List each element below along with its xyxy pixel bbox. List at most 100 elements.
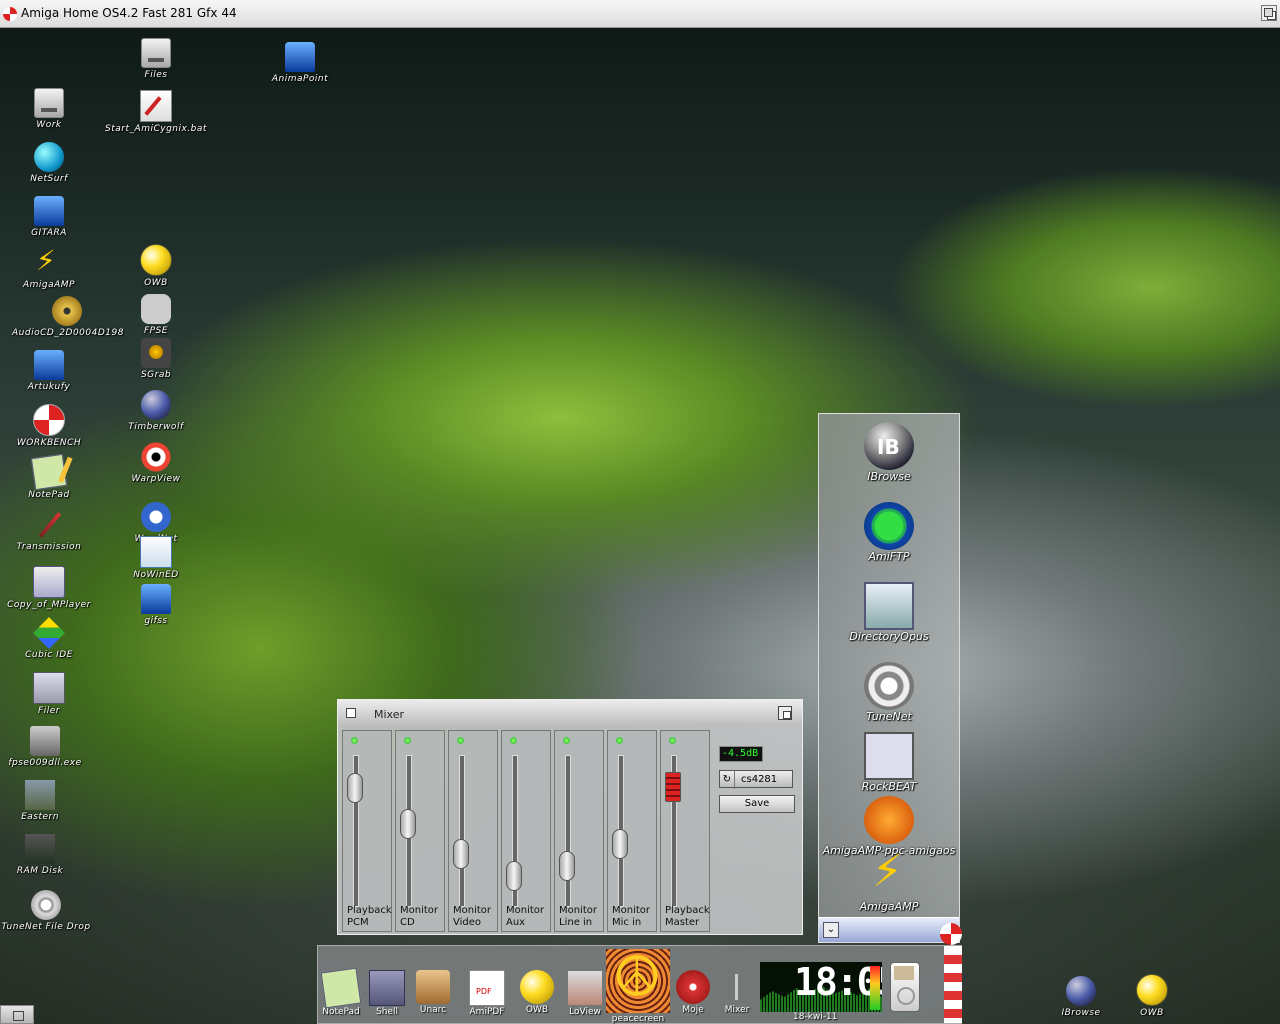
channel-led <box>510 737 517 744</box>
volume-slider-knob[interactable] <box>612 829 628 860</box>
taskbar-dock: 18:05 18-kwi-11 NotePad Shell Unarc AmiPDF O… <box>317 945 962 1024</box>
screen-depth-button[interactable] <box>0 1005 34 1024</box>
close-button[interactable] <box>346 708 356 718</box>
desktop-icon[interactable]: Work <box>0 88 104 130</box>
desktop-icon[interactable]: Cubic IDE <box>0 617 104 660</box>
channel-name-line1: Playback <box>665 905 710 916</box>
document-icon <box>140 536 172 568</box>
desktop-icon[interactable]: AmigaAMP <box>0 244 104 290</box>
ipod-icon[interactable] <box>890 962 920 1012</box>
device-cycle-button[interactable]: ↻ cs4281 <box>719 770 793 789</box>
desktop-icon[interactable]: Eastern <box>0 780 95 822</box>
desktop-icon[interactable]: GITARA <box>0 196 104 238</box>
desktop-icon[interactable]: Copy_of_MPlayer <box>0 566 104 610</box>
volume-slider-knob[interactable] <box>453 839 469 869</box>
desktop-icon[interactable]: fpse009dll.exe <box>0 726 100 768</box>
dock-item[interactable]: TuneNet <box>819 662 959 723</box>
peace-icon <box>606 945 670 1013</box>
taskbar-item[interactable]: AmiPDF <box>464 970 510 1017</box>
amiga-boing-icon <box>3 7 17 21</box>
desktop-icon[interactable]: Transmission <box>0 510 104 552</box>
boing-ball-icon[interactable] <box>940 923 962 945</box>
desktop-icon-label: SGrab <box>140 370 172 380</box>
taskbar-item-label: Moje <box>682 1005 704 1015</box>
drawer-icon <box>34 350 64 380</box>
depth-gadget-button[interactable] <box>778 706 792 720</box>
script-icon <box>140 90 172 122</box>
save-button[interactable]: Save <box>719 795 795 813</box>
taskbar-item-label: AmiPDF <box>469 1007 505 1017</box>
channel-led <box>616 737 623 744</box>
clock-time: 18:05 <box>794 962 882 1004</box>
dock-item-label: IBrowse <box>867 470 911 483</box>
desktop-icon[interactable]: Filer <box>0 672 104 716</box>
channel-name-line1: Monitor <box>400 905 439 916</box>
desktop-icon[interactable]: gifss <box>101 584 211 626</box>
channel-name-line1: Monitor <box>612 905 651 916</box>
desktop-icon-label: OWB <box>144 278 168 288</box>
dock-item[interactable]: AmiFTP <box>819 502 959 563</box>
taskbar-item[interactable]: Moje <box>670 970 716 1015</box>
desktop-icon-label: AnimaPoint <box>271 74 329 84</box>
mixer-window: Mixer -4.5dB ↻ cs4281 Save Playback PCM Mon… <box>337 699 803 935</box>
taskbar-item[interactable]: OWB <box>514 970 560 1015</box>
taskbar-item[interactable]: Mixer <box>714 970 760 1015</box>
volume-slider-knob[interactable] <box>506 860 522 891</box>
taskbar-item[interactable]: Shell <box>364 970 410 1017</box>
desktop-icon[interactable]: SGrab <box>101 338 211 380</box>
dock-item[interactable]: DirectoryOpus <box>819 582 959 643</box>
desktop-icon[interactable]: RAM Disk <box>0 834 95 876</box>
desktop-icon-label: Cubic IDE <box>25 650 73 660</box>
volume-slider-knob[interactable] <box>400 809 416 839</box>
slider-track[interactable] <box>565 755 571 907</box>
mixer-channel: Playback PCM <box>342 730 392 932</box>
dock-item[interactable]: AmigaAMP <box>819 846 959 913</box>
channel-led <box>404 737 411 744</box>
mixer-titlebar[interactable]: Mixer <box>338 700 802 726</box>
camera-icon <box>141 338 171 368</box>
desktop-icon[interactable]: FPSE <box>101 294 211 336</box>
taskbar-item[interactable]: LoView <box>562 970 608 1017</box>
desktop-icon[interactable]: TuneNet File Drop <box>0 890 101 932</box>
dock-item-label: AmiFTP <box>868 550 910 563</box>
channel-name-line1: Monitor <box>559 905 598 916</box>
desktop-icon[interactable]: NoWinED <box>101 536 211 580</box>
channel-name: Monitor Video <box>453 905 491 929</box>
channel-name-line2: PCM <box>347 917 369 928</box>
volume-slider-knob[interactable] <box>347 773 363 803</box>
desktop-icon[interactable]: NotePad <box>0 453 104 500</box>
desktop-icon[interactable]: NetSurf <box>0 142 104 184</box>
channel-name: Playback Master <box>665 905 710 929</box>
desktop-icon[interactable]: WORKBENCH <box>0 404 104 448</box>
desktop-icon[interactable]: Timberwolf <box>101 390 211 432</box>
volume-slider-knob[interactable] <box>665 771 681 802</box>
desktop-icon-label: Artukufy <box>27 382 71 392</box>
filer-icon <box>33 672 65 704</box>
desktop-icon-label: Work <box>36 120 62 130</box>
desktop-icon-label: TuneNet File Drop <box>1 922 91 932</box>
desktop-icon[interactable]: AnimaPoint <box>245 42 355 84</box>
dock-item[interactable]: RockBEAT <box>819 732 959 793</box>
dock-menu-button[interactable]: ⌄ <box>823 922 839 938</box>
directory-opus-icon <box>864 582 914 630</box>
desktop-icon[interactable]: OWB <box>101 244 211 288</box>
depth-gadget-button[interactable] <box>1261 5 1277 21</box>
cycle-icon: ↻ <box>720 771 735 789</box>
desktop-icon[interactable]: Start_AmiCygnix.bat <box>101 90 211 134</box>
desktop-icon[interactable]: OWB <box>1097 974 1207 1018</box>
taskbar-item[interactable]: peacecreen <box>606 945 670 1024</box>
mixer-channel: Monitor Mic in <box>607 730 657 932</box>
taskbar-item[interactable]: NotePad <box>318 967 364 1017</box>
dock-item[interactable]: IBrowse <box>819 422 959 483</box>
desktop-icon[interactable]: Artukufy <box>0 350 104 392</box>
window-titlebar[interactable]: Amiga Home OS4.2 Fast 281 Gfx 44 <box>0 0 1280 28</box>
mixer-title: Mixer <box>374 708 405 721</box>
desktop-icon[interactable]: Files <box>101 38 211 80</box>
channel-led <box>457 737 464 744</box>
taskbar-item[interactable]: Unarc <box>410 970 456 1015</box>
desktop-icon[interactable]: WarpView <box>101 442 211 484</box>
volume-slider-knob[interactable] <box>559 851 575 881</box>
cd-icon <box>52 296 82 326</box>
slider-track[interactable] <box>459 755 465 907</box>
boing-ball-strip-icon[interactable] <box>944 946 962 1023</box>
